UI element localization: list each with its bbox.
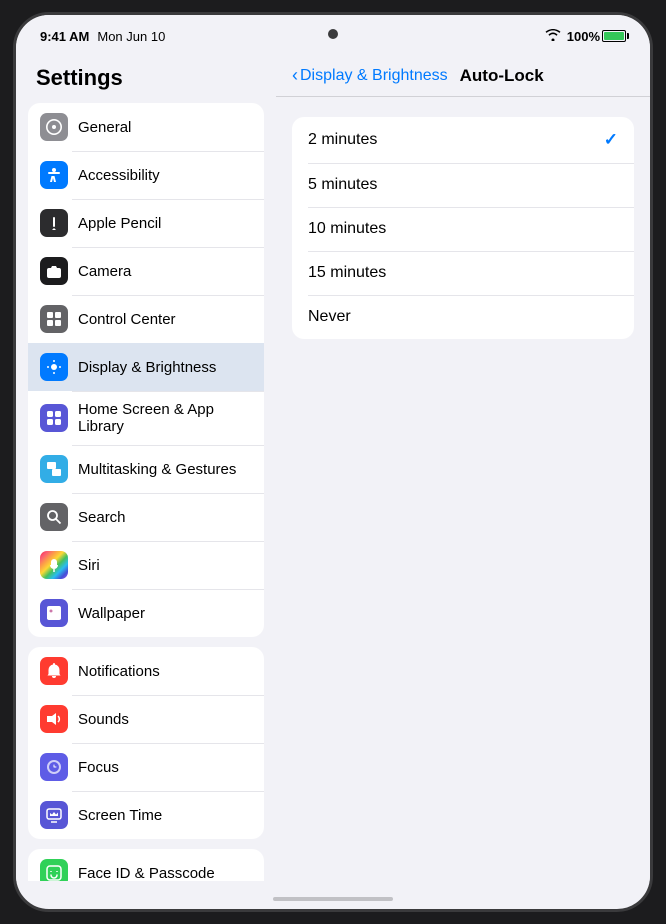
- sidebar-item-sounds[interactable]: Sounds: [28, 695, 264, 743]
- sidebar-section-notifications-section: Notifications Sounds Focus Screen Time: [28, 647, 264, 839]
- detail-pane: ‹ Display & Brightness Auto-Lock 2 minut…: [276, 51, 650, 881]
- accessibility-label: Accessibility: [78, 167, 160, 184]
- sidebar-item-display-brightness[interactable]: Display & Brightness: [28, 343, 264, 391]
- sidebar-item-general[interactable]: General: [28, 103, 264, 151]
- home-screen-label: Home Screen & App Library: [78, 401, 252, 435]
- ipad-frame: 9:41 AM Mon Jun 10 100% Settings: [13, 12, 653, 912]
- sidebar-section-security-section: Face ID & PasscodePrivacy & Security: [28, 849, 264, 881]
- sidebar-item-search[interactable]: Search: [28, 493, 264, 541]
- search-label: Search: [78, 509, 126, 526]
- sidebar-item-camera[interactable]: Camera: [28, 247, 264, 295]
- sounds-icon: [40, 705, 68, 733]
- sounds-label: Sounds: [78, 711, 129, 728]
- sidebar-item-screen-time[interactable]: Screen Time: [28, 791, 264, 839]
- camera-notch: [328, 29, 338, 39]
- status-time: 9:41 AM: [40, 29, 89, 44]
- sidebar-item-accessibility[interactable]: Accessibility: [28, 151, 264, 199]
- status-right: 100%: [545, 28, 626, 44]
- sidebar-item-siri[interactable]: Siri: [28, 541, 264, 589]
- control-center-icon: [40, 305, 68, 333]
- main-content: Settings General Accessibility Apple Penci…: [16, 51, 650, 881]
- screen-time-label: Screen Time: [78, 807, 162, 824]
- accessibility-icon: [40, 161, 68, 189]
- sidebar-item-face-id[interactable]: Face ID & Passcode: [28, 849, 264, 881]
- home-screen-icon: [40, 404, 68, 432]
- option-never-label: Never: [308, 308, 351, 326]
- battery-bar: [602, 30, 626, 42]
- sidebar-item-home-screen[interactable]: Home Screen & App Library: [28, 391, 264, 445]
- general-icon: [40, 113, 68, 141]
- detail-header: ‹ Display & Brightness Auto-Lock: [276, 51, 650, 97]
- focus-icon: [40, 753, 68, 781]
- notifications-label: Notifications: [78, 663, 160, 680]
- home-indicator: [16, 881, 650, 909]
- battery-indicator: 100%: [567, 29, 626, 44]
- option-10min[interactable]: 10 minutes: [292, 207, 634, 251]
- control-center-label: Control Center: [78, 311, 176, 328]
- option-5min-label: 5 minutes: [308, 176, 377, 194]
- face-id-icon: [40, 859, 68, 881]
- option-never[interactable]: Never: [292, 295, 634, 339]
- sidebar-item-focus[interactable]: Focus: [28, 743, 264, 791]
- option-2min-checkmark: ✓: [604, 130, 618, 150]
- siri-label: Siri: [78, 557, 100, 574]
- notifications-icon: [40, 657, 68, 685]
- siri-icon: [40, 551, 68, 579]
- sidebar-item-apple-pencil[interactable]: Apple Pencil: [28, 199, 264, 247]
- sidebar-section-general-section: General Accessibility Apple Pencil Camera Co…: [28, 103, 264, 637]
- camera-label: Camera: [78, 263, 131, 280]
- screen-time-icon: [40, 801, 68, 829]
- wifi-icon: [545, 28, 561, 44]
- status-date: Mon Jun 10: [97, 29, 165, 44]
- search-icon: [40, 503, 68, 531]
- home-bar: [273, 897, 393, 901]
- option-15min[interactable]: 15 minutes: [292, 251, 634, 295]
- option-2min-label: 2 minutes: [308, 131, 377, 149]
- display-brightness-label: Display & Brightness: [78, 359, 216, 376]
- sidebar-item-control-center[interactable]: Control Center: [28, 295, 264, 343]
- sidebar: Settings General Accessibility Apple Penci…: [16, 51, 276, 881]
- multitasking-icon: [40, 455, 68, 483]
- back-button[interactable]: ‹ Display & Brightness: [292, 65, 448, 86]
- wallpaper-label: Wallpaper: [78, 605, 145, 622]
- detail-title: Auto-Lock: [460, 66, 544, 86]
- battery-fill: [604, 32, 624, 40]
- options-section: 2 minutes ✓ 5 minutes 10 minutes 15 minutes N…: [292, 117, 634, 339]
- option-10min-label: 10 minutes: [308, 220, 386, 238]
- wallpaper-icon: [40, 599, 68, 627]
- sidebar-item-wallpaper[interactable]: Wallpaper: [28, 589, 264, 637]
- option-2min[interactable]: 2 minutes ✓: [292, 117, 634, 163]
- general-label: General: [78, 119, 131, 136]
- option-15min-label: 15 minutes: [308, 264, 386, 282]
- focus-label: Focus: [78, 759, 119, 776]
- back-chevron-icon: ‹: [292, 65, 298, 86]
- sidebar-title: Settings: [28, 51, 264, 103]
- sidebar-item-multitasking[interactable]: Multitasking & Gestures: [28, 445, 264, 493]
- apple-pencil-label: Apple Pencil: [78, 215, 161, 232]
- option-5min[interactable]: 5 minutes: [292, 163, 634, 207]
- display-brightness-icon: [40, 353, 68, 381]
- back-label: Display & Brightness: [300, 67, 448, 85]
- face-id-label: Face ID & Passcode: [78, 865, 215, 882]
- battery-percentage: 100%: [567, 29, 600, 44]
- camera-icon: [40, 257, 68, 285]
- apple-pencil-icon: [40, 209, 68, 237]
- sidebar-item-notifications[interactable]: Notifications: [28, 647, 264, 695]
- detail-content: 2 minutes ✓ 5 minutes 10 minutes 15 minutes N…: [276, 97, 650, 881]
- multitasking-label: Multitasking & Gestures: [78, 461, 236, 478]
